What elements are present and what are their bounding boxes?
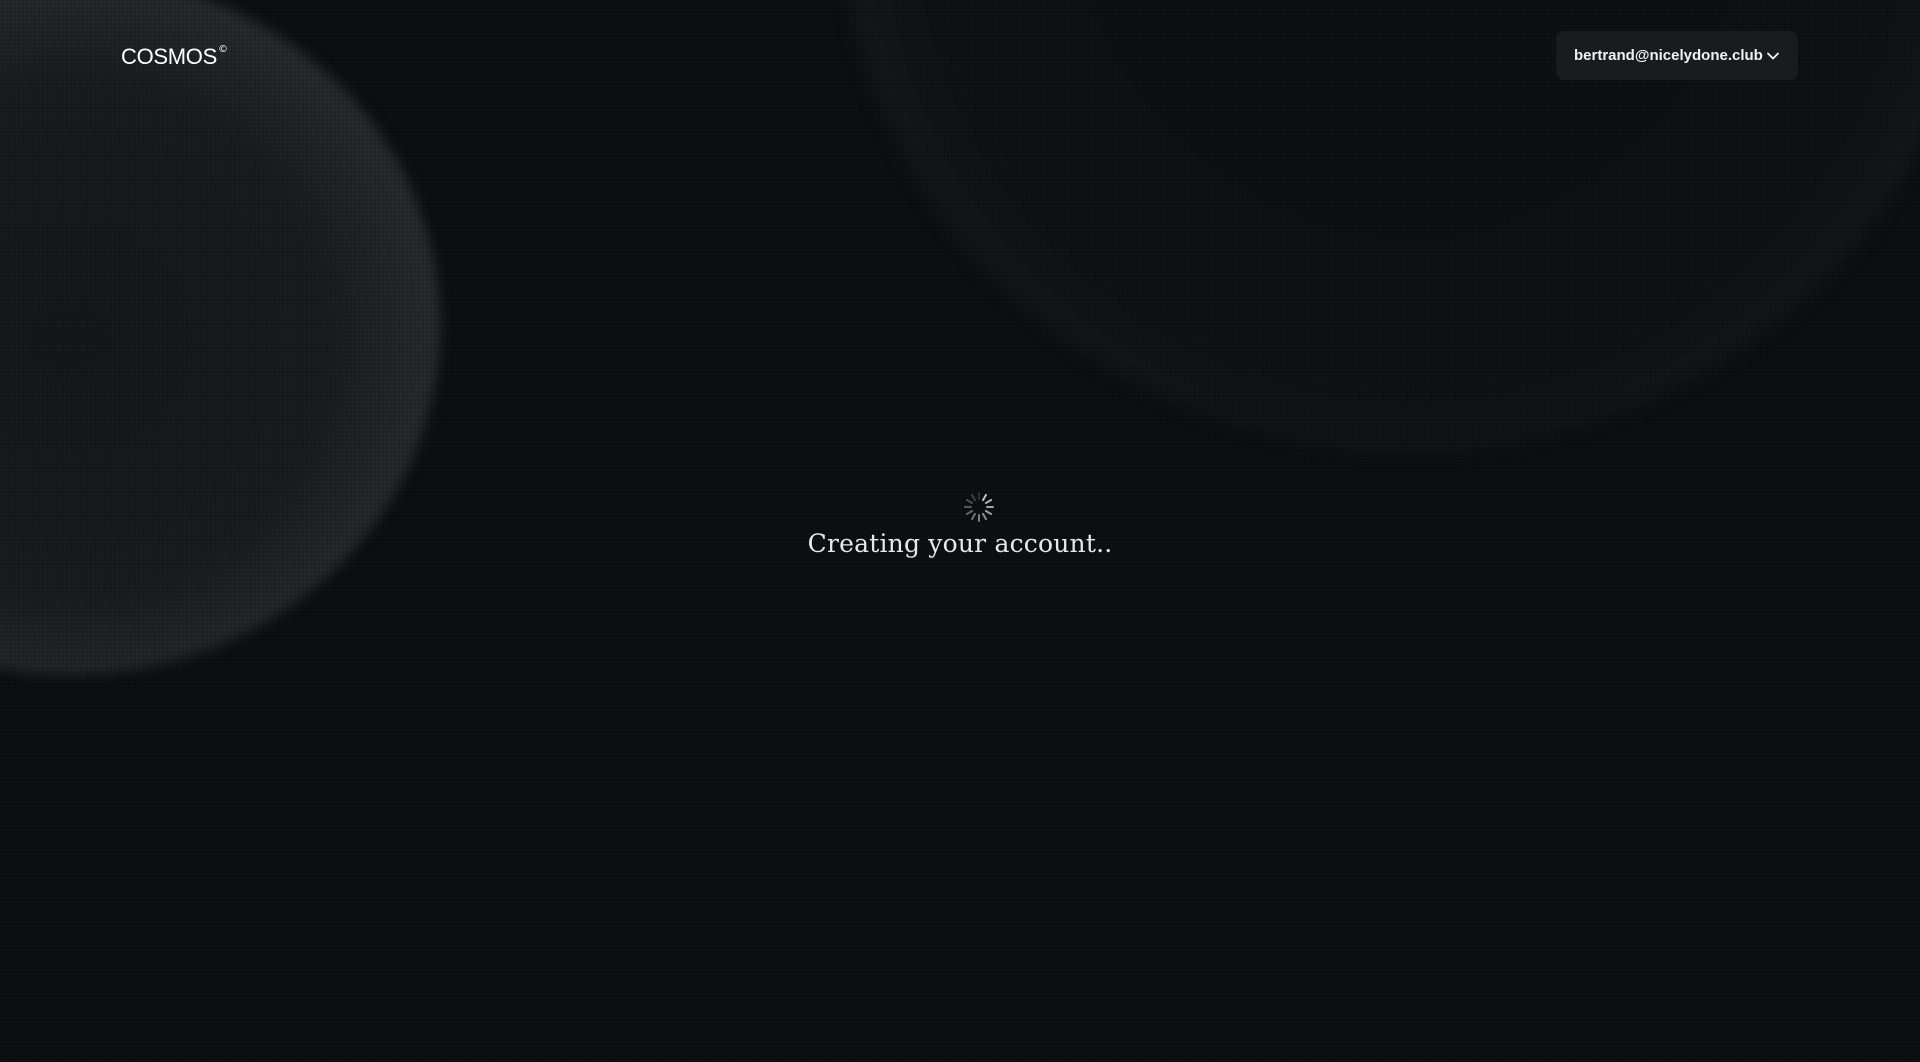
spinner-icon xyxy=(963,491,995,523)
background-orb-left xyxy=(0,0,440,675)
loading-message: Creating your account.. xyxy=(807,529,1113,558)
copyright-mark: © xyxy=(218,44,228,55)
chevron-down-icon xyxy=(1766,49,1780,63)
account-dropdown-button[interactable]: bertrand@nicelydone.club xyxy=(1556,31,1798,80)
brand-logo[interactable]: COSMOS © xyxy=(121,44,228,70)
brand-name: COSMOS xyxy=(121,44,217,69)
onboarding-page: COSMOS © bertrand@nicelydone.club Creati… xyxy=(0,0,1920,1062)
account-email: bertrand@nicelydone.club xyxy=(1574,47,1763,64)
loading-state: Creating your account.. xyxy=(0,491,1920,558)
